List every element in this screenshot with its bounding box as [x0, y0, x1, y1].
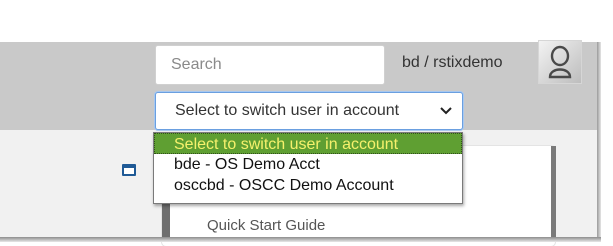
- chevron-down-icon: [440, 105, 452, 117]
- user-avatar[interactable]: [538, 40, 582, 84]
- user-account-label[interactable]: bd / rstixdemo: [402, 54, 502, 72]
- panel-right-border: [551, 146, 556, 238]
- window-icon[interactable]: [122, 164, 136, 176]
- dropdown-option-bde[interactable]: bde - OS Demo Acct: [154, 154, 462, 175]
- window-edge-bottom: [0, 237, 601, 242]
- quick-start-guide-link[interactable]: Quick Start Guide: [207, 217, 325, 234]
- switch-user-select[interactable]: Select to switch user in account: [155, 92, 463, 130]
- switch-user-dropdown: Select to switch user in account bde - O…: [153, 132, 463, 204]
- window-edge-right: [597, 42, 601, 238]
- switch-user-select-value: Select to switch user in account: [175, 102, 400, 119]
- search-input[interactable]: [155, 45, 385, 85]
- dropdown-option-osccbd[interactable]: osccbd - OSCC Demo Account: [154, 175, 462, 196]
- user-avatar-icon: [548, 45, 572, 79]
- dropdown-option-placeholder[interactable]: Select to switch user in account: [154, 133, 462, 154]
